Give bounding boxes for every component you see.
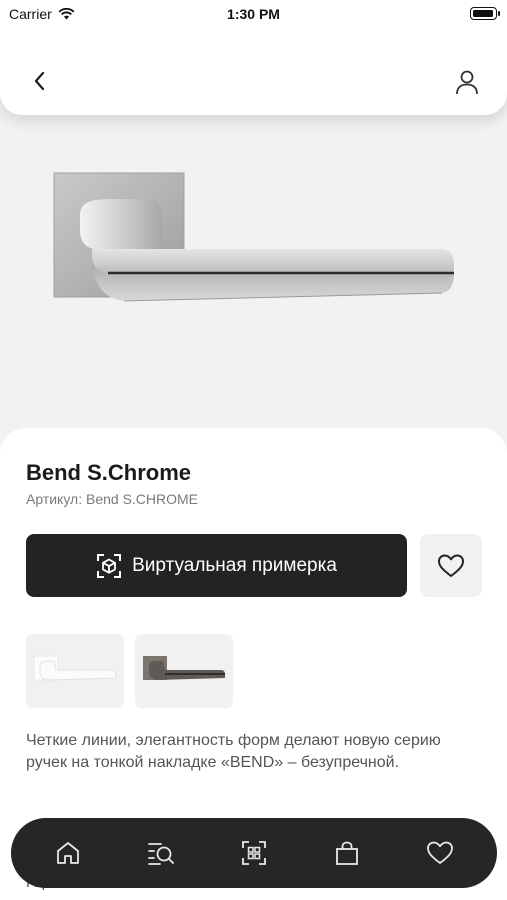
- tab-scanner[interactable]: [232, 831, 276, 875]
- product-title: Bend S.Chrome: [26, 460, 192, 485]
- ar-cube-icon: [97, 553, 122, 578]
- profile-button[interactable]: [453, 68, 481, 96]
- scan-icon: [242, 841, 266, 865]
- virtual-try-on-label: Виртуальная примерка: [132, 554, 337, 576]
- user-icon: [456, 70, 478, 95]
- chevron-left-icon: [34, 71, 45, 91]
- tab-catalog-search[interactable]: [139, 831, 183, 875]
- catalog-search-icon: [147, 843, 174, 865]
- status-bar: Carrier 1:30 PM: [0, 0, 507, 30]
- add-to-favorites-button[interactable]: [420, 534, 482, 597]
- sku-value: Bend S.CHROME: [85, 491, 199, 507]
- heart-icon: [427, 841, 454, 864]
- tab-cart[interactable]: [325, 831, 369, 875]
- battery-level: [473, 10, 493, 17]
- sku-label: Артикул:: [26, 491, 83, 507]
- door-handle-image: [53, 172, 454, 302]
- product-sku: Артикул: Bend S.CHROME: [26, 491, 198, 507]
- product-description: Четкие линии, элегантность форм делают н…: [26, 732, 441, 771]
- bag-icon: [336, 841, 359, 865]
- tab-home[interactable]: [46, 831, 90, 875]
- virtual-try-on-button[interactable]: Виртуальная примерка: [26, 534, 407, 597]
- variant-white-thumbnail: [33, 655, 117, 681]
- back-button[interactable]: [26, 68, 52, 94]
- variant-white[interactable]: [26, 634, 124, 708]
- variant-dark-nickel-thumbnail: [143, 656, 225, 680]
- top-nav: [0, 30, 507, 115]
- bottom-tab-bar: [11, 818, 497, 888]
- variant-dark-nickel[interactable]: [135, 634, 233, 708]
- home-icon: [56, 842, 79, 864]
- battery-icon: [470, 7, 500, 20]
- heart-icon: [438, 554, 464, 577]
- clock: 1:30 PM: [227, 6, 280, 22]
- product-image: [0, 115, 507, 445]
- tab-favorites[interactable]: [418, 831, 462, 875]
